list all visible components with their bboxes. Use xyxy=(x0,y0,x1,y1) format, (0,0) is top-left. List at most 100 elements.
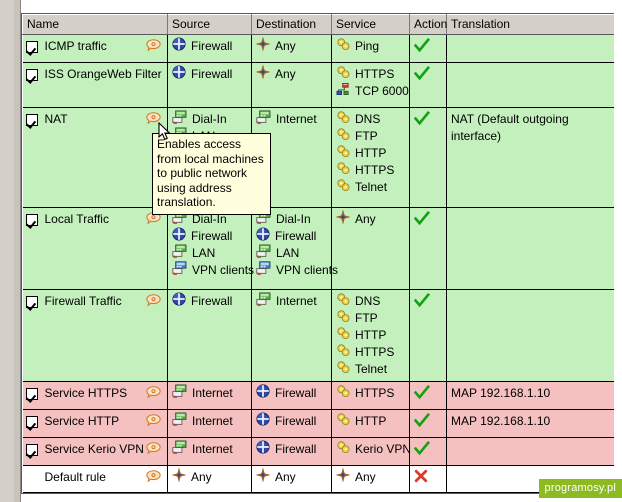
rule-action-cell[interactable] xyxy=(409,437,447,466)
rule-enabled-checkbox[interactable] xyxy=(25,213,38,226)
cell-entry-label: Firewall xyxy=(275,442,317,456)
rule-translation-cell[interactable] xyxy=(446,437,614,466)
rule-source-cell[interactable]: Dial-In Firewall LAN VPN clients xyxy=(167,207,254,290)
cell-entry: Firewall xyxy=(256,412,328,431)
rule-destination-cell[interactable]: Dial-In Firewall LAN VPN clients xyxy=(251,207,338,290)
cell-entry: Any xyxy=(255,36,328,55)
rule-enabled-checkbox[interactable] xyxy=(25,40,38,53)
rule-service-cell[interactable]: Any xyxy=(331,207,410,290)
rule-name-cell[interactable]: Service Kerio VPN xyxy=(22,437,168,466)
rule-source-cell[interactable]: Internet xyxy=(167,437,252,466)
rule-name-label: Default rule xyxy=(44,470,106,484)
rule-name-label: ISS OrangeWeb Filter xyxy=(44,67,162,81)
column-header-translation[interactable]: Translation xyxy=(446,14,614,35)
rule-enabled-checkbox[interactable] xyxy=(25,387,38,400)
cell-entry-label: FTP xyxy=(355,129,378,143)
rule-service-cell[interactable]: HTTPS xyxy=(331,381,410,410)
rule-service-cell[interactable]: Ping xyxy=(331,34,410,63)
cell-entry: Firewall xyxy=(256,440,328,458)
rule-destination-cell[interactable]: Firewall xyxy=(251,437,332,466)
rule-name-cell[interactable]: NAT xyxy=(22,107,168,208)
vpn-clients-icon xyxy=(256,261,271,280)
rule-translation-cell[interactable]: MAP 192.168.1.10 xyxy=(446,409,614,438)
cell-entry: HTTP xyxy=(336,145,406,162)
rule-source-cell[interactable]: Firewall xyxy=(167,289,252,382)
rule-source-cell[interactable]: Firewall xyxy=(167,34,252,63)
rule-action-cell[interactable] xyxy=(409,381,447,410)
column-header-name[interactable]: Name xyxy=(22,14,168,35)
rule-name-cell[interactable]: Local Traffic xyxy=(22,207,168,290)
rule-destination-cell[interactable]: Any xyxy=(251,465,332,493)
rule-translation-cell[interactable]: MAP 192.168.1.10 xyxy=(446,381,614,410)
cell-entry: Ping xyxy=(336,38,406,55)
column-header-source[interactable]: Source xyxy=(167,14,252,35)
rule-enabled-checkbox[interactable] xyxy=(25,443,38,456)
rule-service-cell[interactable]: HTTP xyxy=(331,409,410,438)
table-row[interactable]: Service Kerio VPN Internet Firewall Kerio V… xyxy=(22,437,614,466)
cell-entry-label: HTTPS xyxy=(355,163,395,177)
table-row[interactable]: ISS OrangeWeb Filter Firewall Any HTTPS TCP … xyxy=(22,62,614,108)
column-header-action[interactable]: Action xyxy=(409,14,447,35)
table-row[interactable]: NATDial-InLANInternetDNSFTPHTTPHTTPSTeln… xyxy=(22,107,614,208)
rule-destination-cell[interactable]: Firewall xyxy=(251,409,332,438)
rule-name-cell[interactable]: Firewall Traffic xyxy=(22,289,168,382)
cell-entry: Kerio VPN xyxy=(336,441,411,458)
table-row[interactable]: Default rule Any Any Any xyxy=(22,465,614,493)
service-gear-icon xyxy=(336,37,350,56)
cell-entry-label: Firewall xyxy=(191,294,233,308)
table-row[interactable]: Service HTTPS Internet Firewall HTTPS MAP 19… xyxy=(22,381,614,410)
rule-service-cell[interactable]: DNS FTP HTTP HTTPS Telnet xyxy=(331,289,410,382)
cell-entry-label: Firewall xyxy=(191,39,233,53)
rule-name-cell[interactable]: Service HTTP xyxy=(22,409,168,438)
rule-translation-cell[interactable] xyxy=(446,34,614,63)
rule-comment-icon[interactable] xyxy=(146,386,161,399)
rule-enabled-checkbox[interactable] xyxy=(25,415,38,428)
rule-source-cell[interactable]: Any xyxy=(167,465,252,493)
rule-action-cell[interactable] xyxy=(409,409,447,438)
rule-action-cell[interactable] xyxy=(409,289,447,382)
rule-translation-cell[interactable]: NAT (Default outgoing interface) xyxy=(446,107,614,208)
network-interface-icon xyxy=(172,384,187,403)
rule-action-cell[interactable] xyxy=(409,207,447,290)
rule-action-cell[interactable] xyxy=(409,465,447,493)
table-row[interactable]: Service HTTP Internet Firewall HTTP MAP 192.… xyxy=(22,409,614,438)
rule-translation-cell[interactable] xyxy=(446,289,614,382)
rule-comment-icon[interactable] xyxy=(146,39,161,52)
table-row[interactable]: Firewall Traffic Firewall Internet DNS FTP HT… xyxy=(22,289,614,382)
rule-service-cell[interactable]: DNS FTP HTTP HTTPS Telnet xyxy=(331,107,410,208)
rule-source-cell[interactable]: Firewall xyxy=(167,62,252,108)
rule-translation-cell[interactable] xyxy=(446,207,614,290)
column-header-service[interactable]: Service xyxy=(331,14,410,35)
rule-comment-icon[interactable] xyxy=(146,414,161,427)
cell-entry: Internet xyxy=(172,384,248,403)
cell-entry-label: HTTPS xyxy=(355,67,395,81)
rule-action-cell[interactable] xyxy=(409,34,447,63)
rule-destination-cell[interactable]: Firewall xyxy=(251,381,332,410)
rule-name-cell[interactable]: ISS OrangeWeb Filter xyxy=(22,62,168,108)
rule-name-cell[interactable]: Default rule xyxy=(22,465,168,493)
rule-comment-icon[interactable] xyxy=(146,442,161,455)
rule-name-cell[interactable]: Service HTTPS xyxy=(22,381,168,410)
firewall-globe-icon xyxy=(256,412,270,431)
rule-action-cell[interactable] xyxy=(409,107,447,208)
rule-comment-icon[interactable] xyxy=(146,470,161,483)
rule-service-cell[interactable]: Kerio VPN xyxy=(331,437,411,466)
rule-source-cell[interactable]: Internet xyxy=(167,381,252,410)
rule-action-cell[interactable] xyxy=(409,62,447,108)
table-row[interactable]: ICMP traffic Firewall Any Ping xyxy=(22,34,614,63)
rule-service-cell[interactable]: Any xyxy=(331,465,410,493)
rule-destination-cell[interactable]: Internet xyxy=(251,289,332,382)
rule-name-cell[interactable]: ICMP traffic xyxy=(22,34,168,63)
rule-enabled-checkbox[interactable] xyxy=(25,113,38,126)
rule-source-cell[interactable]: Internet xyxy=(167,409,252,438)
rule-service-cell[interactable]: HTTPS TCP 6000 xyxy=(331,62,410,108)
rule-enabled-checkbox[interactable] xyxy=(25,68,38,81)
rule-destination-cell[interactable]: Any xyxy=(251,62,332,108)
rule-comment-icon[interactable] xyxy=(146,294,161,307)
rule-enabled-checkbox[interactable] xyxy=(25,295,38,308)
column-header-destination[interactable]: Destination xyxy=(251,14,332,35)
cell-entry: Internet xyxy=(256,292,328,310)
table-row[interactable]: Local Traffic Dial-In Firewall LAN VPN clien… xyxy=(22,207,614,290)
rule-translation-cell[interactable] xyxy=(446,62,614,108)
rule-destination-cell[interactable]: Any xyxy=(251,34,332,63)
